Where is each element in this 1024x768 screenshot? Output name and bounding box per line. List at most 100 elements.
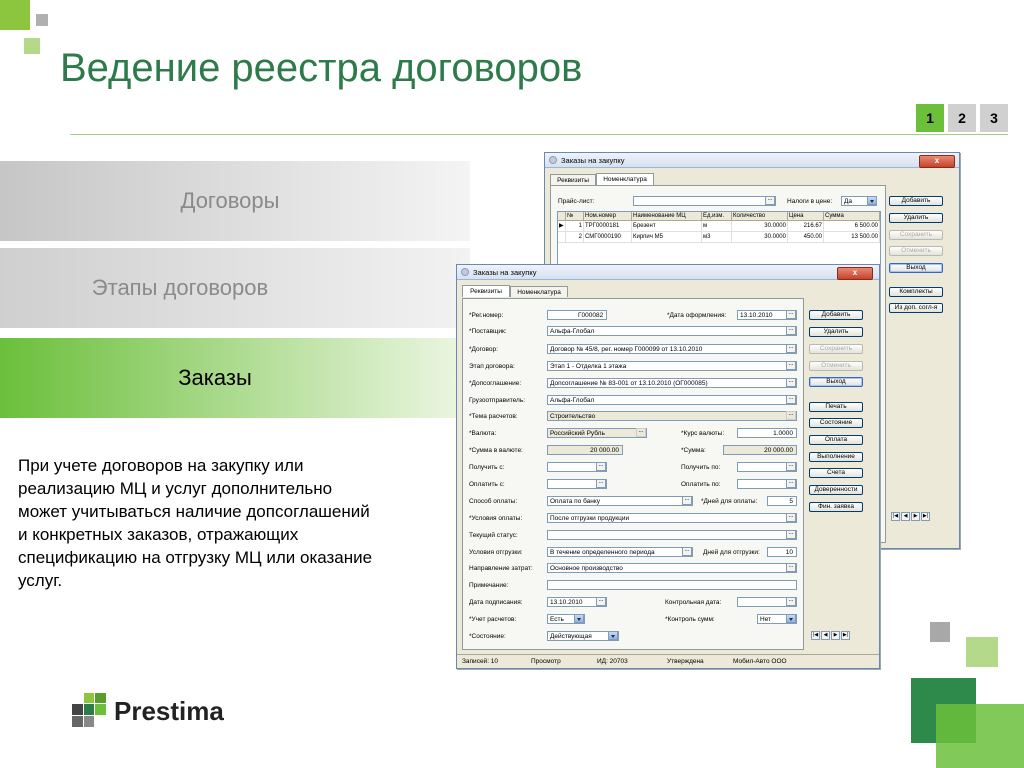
sum-currency-field[interactable]: 20 000.00 <box>547 445 623 455</box>
invoices-button[interactable]: Счета <box>809 468 863 478</box>
calendar-icon[interactable]: ... <box>786 597 796 606</box>
addendum-picker[interactable]: ... <box>786 378 796 387</box>
pay-days-field[interactable]: 5 <box>767 496 797 506</box>
save-button[interactable]: Сохранить <box>889 230 943 240</box>
addendum-label: *Допсоглашение: <box>469 380 522 387</box>
supplier-field[interactable]: Альфа-Глобал <box>547 326 797 336</box>
pay-method-field[interactable]: Оплата по банку <box>547 496 693 506</box>
save-button[interactable]: Сохранить <box>809 344 863 354</box>
cancel-button[interactable]: Отменить <box>889 246 943 256</box>
exit-button[interactable]: Выход <box>809 377 863 387</box>
nav-item-stages[interactable]: Этапы договоров <box>0 248 470 328</box>
calendar-icon[interactable]: ... <box>786 479 796 488</box>
cost-direction-picker[interactable]: ... <box>786 563 796 572</box>
tab-requisites[interactable]: Реквизиты <box>550 174 596 185</box>
pay-terms-field[interactable]: После отгрузки продукции <box>547 513 797 523</box>
theme-field[interactable]: Строительство <box>547 411 797 421</box>
contract-field[interactable]: Договор № 45/8, рег. номер Г000099 от 13… <box>547 344 797 354</box>
price-list-picker[interactable]: ... <box>765 196 775 205</box>
nav-item-orders[interactable]: Заказы <box>0 338 470 418</box>
calendar-icon[interactable]: ... <box>596 462 606 471</box>
price-list-field[interactable] <box>633 196 776 206</box>
page-2-button[interactable]: 2 <box>948 104 976 132</box>
payment-button[interactable]: Оплата <box>809 435 863 445</box>
note-field[interactable] <box>547 580 797 590</box>
calendar-icon[interactable]: ... <box>786 310 796 319</box>
stage-label: Этап договора: <box>469 363 515 370</box>
table-cell: м3 <box>702 232 732 242</box>
last-record-icon[interactable]: ▶| <box>921 512 930 521</box>
page-1-button[interactable]: 1 <box>916 104 944 132</box>
chevron-down-icon[interactable] <box>574 614 584 623</box>
ship-terms-field[interactable]: В течение определенного периода <box>547 547 693 557</box>
currency-picker[interactable]: ... <box>636 428 646 437</box>
delete-button[interactable]: Удалить <box>889 213 943 223</box>
tab-requisites[interactable]: Реквизиты <box>462 285 510 297</box>
page-3-button[interactable]: 3 <box>980 104 1008 132</box>
chevron-down-icon[interactable] <box>608 631 618 640</box>
row-pointer-icon: ▶ <box>558 221 566 231</box>
last-record-icon[interactable]: ▶| <box>841 631 850 640</box>
sets-button[interactable]: Комплекты <box>889 287 943 297</box>
prev-record-icon[interactable]: ◀ <box>821 631 830 640</box>
first-record-icon[interactable]: |◀ <box>811 631 820 640</box>
state-button[interactable]: Состояние <box>809 418 863 428</box>
pay-method-picker[interactable]: ... <box>682 496 692 505</box>
prev-record-icon[interactable]: ◀ <box>901 512 910 521</box>
currency-field[interactable]: Российский Рубль <box>547 428 647 438</box>
next-record-icon[interactable]: ▶ <box>911 512 920 521</box>
stage-field[interactable]: Этап 1 - Отделка 1 этажа <box>547 361 797 371</box>
rate-field[interactable]: 1.0000 <box>737 428 797 438</box>
next-record-icon[interactable]: ▶ <box>831 631 840 640</box>
theme-picker[interactable]: ... <box>786 411 796 420</box>
calendar-icon[interactable]: ... <box>786 462 796 471</box>
decor-square <box>36 14 48 26</box>
calendar-icon[interactable]: ... <box>596 479 606 488</box>
chevron-down-icon[interactable] <box>786 614 796 623</box>
cancel-button[interactable]: Отменить <box>809 361 863 371</box>
currency-label: *Валюта: <box>469 430 497 437</box>
ship-terms-picker[interactable]: ... <box>682 547 692 556</box>
window-titlebar[interactable]: Заказы на закупку x <box>457 265 879 280</box>
pay-terms-picker[interactable]: ... <box>786 513 796 522</box>
cost-direction-field[interactable]: Основное производство <box>547 563 797 573</box>
stage-picker[interactable]: ... <box>786 361 796 370</box>
add-button[interactable]: Добавить <box>809 310 863 320</box>
close-icon[interactable]: x <box>919 155 955 168</box>
reg-number-field[interactable]: Г000082 <box>547 310 607 320</box>
power-of-attorney-button[interactable]: Доверенности <box>809 485 863 495</box>
close-icon[interactable]: x <box>837 267 873 280</box>
table-row[interactable]: 2 СМГ0000190 Кирпич М5 м3 30.0000 450.00… <box>558 232 880 243</box>
current-status-label: Текущий статус: <box>469 532 518 539</box>
supplier-picker[interactable]: ... <box>786 326 796 335</box>
current-status-picker[interactable]: ... <box>786 530 796 539</box>
table-header: Наименование МЦ <box>632 212 702 221</box>
nav-item-label: Этапы договоров <box>91 275 269 300</box>
fin-request-button[interactable]: Фин. заявка <box>809 502 863 512</box>
window-titlebar[interactable]: Заказы на закупку x <box>545 153 959 168</box>
add-button[interactable]: Добавить <box>889 196 943 206</box>
current-status-field[interactable] <box>547 530 797 540</box>
cost-direction-label: Направление затрат: <box>469 565 533 572</box>
table-cell: ТРГ0000181 <box>584 221 632 231</box>
tab-nomenclature[interactable]: Номенклатура <box>510 286 568 297</box>
shipper-field[interactable]: Альфа-Глобал <box>547 395 797 405</box>
print-button[interactable]: Печать <box>809 402 863 412</box>
ship-days-field[interactable]: 10 <box>767 547 797 557</box>
exit-button[interactable]: Выход <box>889 263 943 273</box>
shipper-picker[interactable]: ... <box>786 395 796 404</box>
table-row[interactable]: ▶ 1 ТРГ0000181 Брезент м 30.0000 216.67 … <box>558 221 880 232</box>
from-addendum-button[interactable]: Из доп. согл-я <box>889 303 943 313</box>
contract-picker[interactable]: ... <box>786 344 796 353</box>
nav-item-contracts[interactable]: Договоры <box>0 161 470 241</box>
status-company: Мобил-Авто ООО <box>733 658 787 665</box>
calendar-icon[interactable]: ... <box>596 597 606 606</box>
sum-field[interactable]: 20 000.00 <box>723 445 797 455</box>
first-record-icon[interactable]: |◀ <box>891 512 900 521</box>
sum-currency-label: *Сумма в валюте: <box>469 447 523 454</box>
delete-button[interactable]: Удалить <box>809 327 863 337</box>
tab-nomenclature[interactable]: Номенклатура <box>596 173 654 185</box>
chevron-down-icon[interactable] <box>867 196 877 205</box>
addendum-field[interactable]: Допсоглашение № 83-001 от 13.10.2010 (ОГ… <box>547 378 797 388</box>
execution-button[interactable]: Выполнение <box>809 452 863 462</box>
